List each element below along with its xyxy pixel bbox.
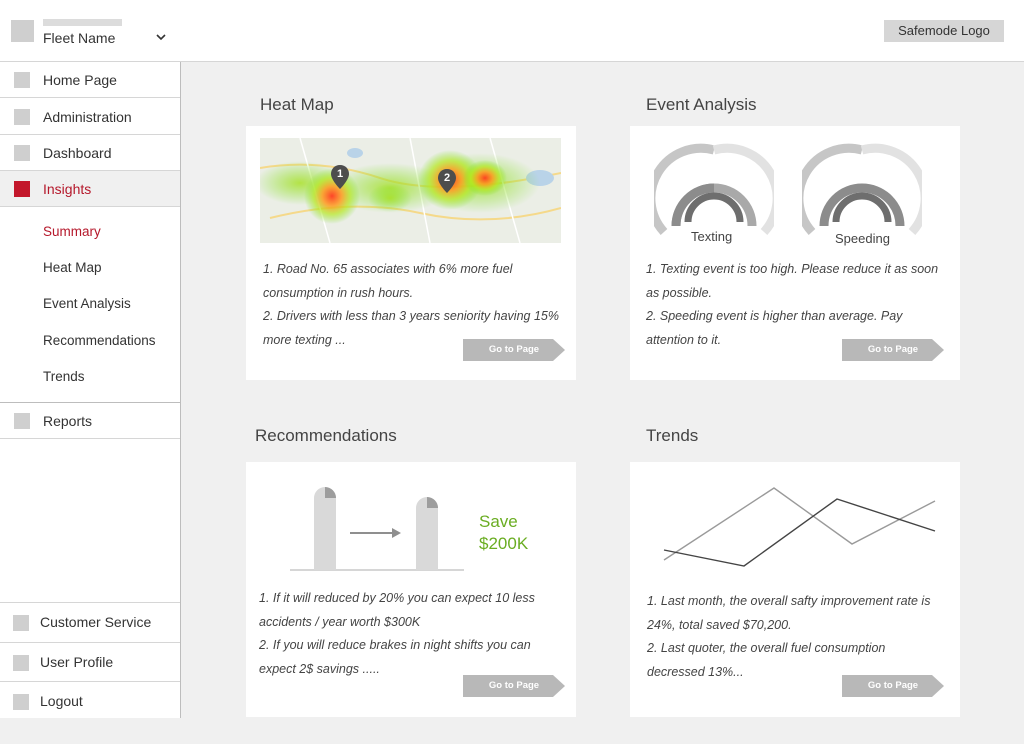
speeding-gauge-label: Speeding [835, 231, 890, 246]
event-analysis-card: Texting Speeding 1. Texting event is too… [630, 126, 960, 380]
insight-line: 1. Texting event is too high. Please red… [646, 262, 939, 276]
insight-line: 24%, total saved $70,200. [647, 617, 792, 632]
sidebar-item-label: User Profile [40, 654, 114, 670]
button-label: Go to Page [488, 344, 540, 355]
button-label: Go to Page [488, 680, 540, 691]
heat-map-image[interactable] [260, 138, 561, 243]
sidebar-subitem-summary[interactable]: Summary [43, 224, 101, 239]
sidebar-item-label: Home Page [43, 72, 117, 88]
trend-line-dark [663, 498, 936, 567]
insight-line: 1. Last month, the overall safty improve… [647, 594, 931, 608]
texting-gauge-label: Texting [691, 229, 733, 244]
button-label: Go to Page [867, 680, 919, 691]
customer-service-icon [13, 615, 29, 631]
sidebar-subitem-trends[interactable]: Trends [43, 369, 85, 384]
map-pin-label: 2 [443, 172, 451, 184]
chevron-down-icon[interactable] [154, 30, 168, 44]
trends-go-to-page-button[interactable]: Go to Page [842, 675, 944, 697]
sidebar-item-reports[interactable]: Reports [0, 402, 180, 439]
heat-map-title: Heat Map [260, 95, 334, 114]
sidebar-item-customer-service[interactable]: Customer Service [0, 602, 180, 642]
fleet-name-select[interactable]: Fleet Name [43, 30, 115, 46]
recommendation-illustration [290, 487, 464, 571]
button-label: Go to Page [867, 344, 919, 355]
recommendations-title: Recommendations [255, 426, 397, 445]
savings-amount: Save $200K [479, 511, 528, 555]
insight-line: 1. If it will reduced by 20% you can exp… [259, 591, 535, 605]
sidebar-subitem-event-analysis[interactable]: Event Analysis [43, 296, 131, 311]
fleet-label-placeholder [43, 19, 122, 26]
recommendations-card: Save $200K 1. If it will reduced by 20% … [246, 462, 576, 717]
trends-insights: 1. Last month, the overall safty improve… [647, 590, 959, 684]
event-analysis-title: Event Analysis [646, 95, 757, 114]
trends-title: Trends [646, 426, 699, 445]
top-header: Fleet Name Safemode Logo [0, 0, 1024, 62]
heat-map-card: 1 2 1. Road No. 65 associates with 6% mo… [246, 126, 576, 380]
logout-icon [13, 694, 29, 710]
heat-map-go-to-page-button[interactable]: Go to Page [463, 339, 565, 361]
dashboard-icon [14, 145, 30, 161]
insight-line: 2. Speeding event is higher than average… [646, 309, 903, 323]
savings-label: Save [479, 512, 518, 531]
insight-line: as possible. [646, 285, 713, 300]
insight-line: 2. Drivers with less than 3 years senior… [263, 309, 559, 323]
speeding-gauge[interactable] [802, 142, 922, 238]
fleet-icon [11, 20, 34, 42]
sidebar-subitem-heat-map[interactable]: Heat Map [43, 260, 102, 275]
trend-line-light [663, 487, 936, 561]
safemode-logo: Safemode Logo [884, 20, 1004, 42]
insight-line: consumption in rush hours. [263, 285, 414, 300]
home-icon [14, 72, 30, 88]
sidebar-item-label: Insights [43, 181, 92, 197]
insight-line: 2. Last quoter, the overall fuel consump… [647, 641, 886, 655]
sidebar-item-label: Dashboard [43, 145, 112, 161]
sidebar-item-label: Reports [43, 413, 93, 429]
insight-line: 1. Road No. 65 associates with 6% more f… [263, 262, 513, 276]
reports-icon [14, 413, 30, 429]
insights-icon [14, 181, 30, 197]
savings-value: $200K [479, 534, 529, 553]
sidebar-item-logout[interactable]: Logout [0, 681, 180, 718]
insight-line: 2. If you will reduce brakes in night sh… [259, 638, 531, 652]
texting-gauge[interactable] [654, 142, 774, 238]
trends-line-chart[interactable] [660, 482, 940, 572]
sidebar-item-label: Customer Service [40, 614, 152, 630]
sidebar-subitem-recommendations[interactable]: Recommendations [43, 333, 156, 348]
sidebar-item-dashboard[interactable]: Dashboard [0, 135, 180, 171]
trends-card: 1. Last month, the overall safty improve… [630, 462, 960, 717]
map-pin-label: 1 [336, 168, 344, 180]
sidebar-item-label: Administration [43, 109, 132, 125]
event-analysis-insights: 1. Texting event is too high. Please red… [646, 258, 958, 352]
heat-map-insights: 1. Road No. 65 associates with 6% more f… [263, 258, 573, 352]
sidebar-item-label: Logout [40, 693, 83, 709]
sidebar-item-insights[interactable]: Insights [0, 171, 180, 207]
recommendations-go-to-page-button[interactable]: Go to Page [463, 675, 565, 697]
insight-line: accidents / year worth $300K [259, 614, 421, 629]
user-profile-icon [13, 655, 29, 671]
sidebar-item-home[interactable]: Home Page [0, 62, 180, 98]
recommendations-insights: 1. If it will reduced by 20% you can exp… [259, 587, 573, 681]
administration-icon [14, 109, 30, 125]
sidebar-item-user-profile[interactable]: User Profile [0, 642, 180, 682]
sidebar: Home Page Administration Dashboard Insig… [0, 62, 181, 718]
event-analysis-go-to-page-button[interactable]: Go to Page [842, 339, 944, 361]
sidebar-item-administration[interactable]: Administration [0, 99, 180, 135]
